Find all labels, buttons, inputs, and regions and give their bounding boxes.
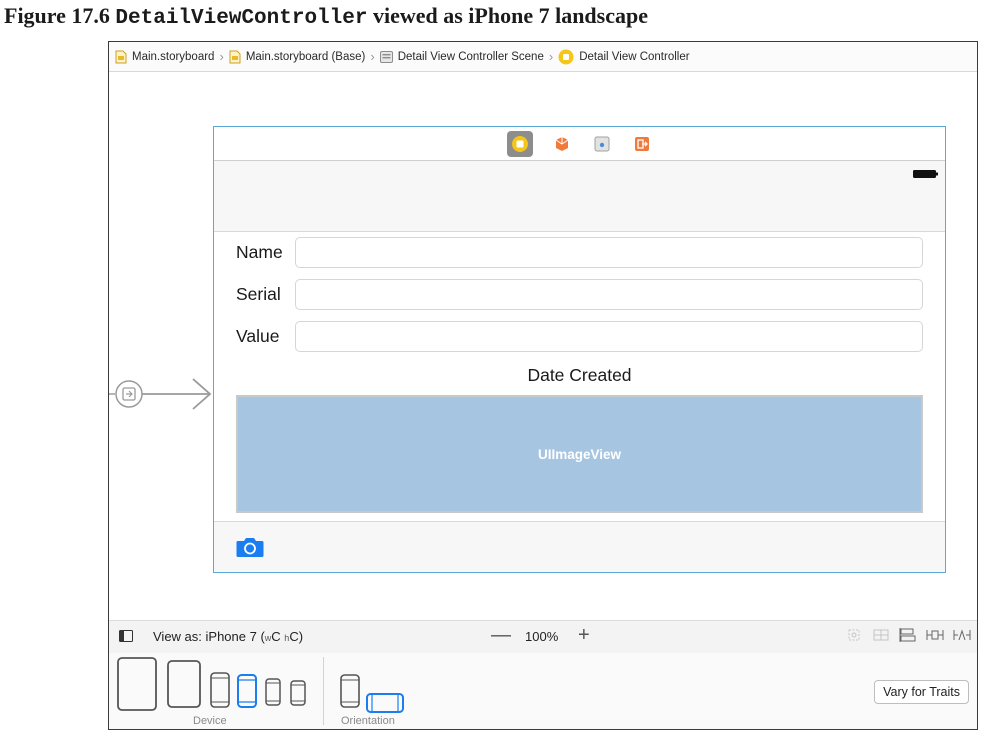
figure-caption: Figure 17.6 DetailViewController viewed … [4,2,648,33]
navigation-bar-area [214,161,945,232]
storyboard-file-icon [229,50,241,64]
device-iphone-plus[interactable] [210,672,230,708]
view-controller-icon [558,49,574,65]
breadcrumb-label: Detail View Controller Scene [397,50,544,63]
device-iphone-4s[interactable] [290,680,306,706]
breadcrumb-label: Main.storyboard (Base) [245,50,366,63]
bottom-toolbar [214,521,945,572]
vary-for-traits-button[interactable]: Vary for Traits [874,680,969,704]
device-ipad-pro-large[interactable] [117,657,157,711]
zoom-level[interactable]: 100% [525,629,558,644]
breadcrumb-item-storyboard[interactable]: Main.storyboard [115,50,214,64]
initial-view-controller-arrow[interactable] [109,376,213,412]
chevron-right-icon: › [370,49,375,64]
breadcrumb: Main.storyboard › Main.storyboard (Base)… [109,42,977,72]
first-responder-icon[interactable] [551,133,573,155]
name-row: Name [236,235,923,269]
detail-view-controller-scene[interactable]: Name Serial Value Date Created UIImageVi… [213,126,946,573]
caption-suffix: viewed as iPhone 7 landscape [372,3,648,28]
scene-object-icon[interactable] [591,133,613,155]
width-class: C [271,629,281,644]
chevron-right-icon: › [219,49,224,64]
camera-icon[interactable] [236,536,264,558]
battery-icon [913,170,938,178]
value-label: Value [236,325,280,346]
date-created-label: Date Created [527,365,632,385]
breadcrumb-item-scene[interactable]: Detail View Controller Scene [379,50,544,63]
name-field[interactable] [295,236,923,268]
zoom-in-button[interactable]: + [578,625,590,645]
image-view[interactable]: UIImageView [236,395,923,513]
name-label: Name [236,241,283,262]
exit-icon[interactable] [631,133,653,155]
orientation-caption: Orientation [341,715,395,727]
breadcrumb-item-storyboard-base[interactable]: Main.storyboard (Base) [229,50,366,64]
serial-row: Serial [236,277,923,311]
value-row: Value [236,319,923,353]
scene-icon [379,50,393,63]
storyboard-file-icon [115,50,127,64]
storyboard-canvas[interactable]: Name Serial Value Date Created UIImageVi… [109,72,977,620]
serial-field[interactable] [295,278,923,310]
image-view-label: UIImageView [537,446,622,462]
device-iphone-se[interactable] [265,678,281,706]
orientation-landscape-selected[interactable] [366,693,404,713]
caption-prefix: Figure 17.6 [4,3,110,28]
breadcrumb-item-view-controller[interactable]: Detail View Controller [558,49,690,65]
device-ipad[interactable] [167,660,201,708]
layout-tools [845,628,971,642]
view-as-bar: View as: iPhone 7 (wC hC) — 100% + [109,620,977,654]
breadcrumb-label: Detail View Controller [579,50,690,63]
chevron-right-icon: › [548,49,554,64]
add-constraints-icon[interactable] [926,628,944,642]
orientation-portrait[interactable] [340,674,360,708]
device-configuration-bar: Device Orientation Vary for Traits [109,653,977,729]
view-as-prefix: View as: iPhone 7 ( [153,629,265,644]
caption-code: DetailViewController [115,7,368,30]
view-controller-icon[interactable] [506,130,533,157]
divider [323,657,324,725]
document-outline-toggle-icon[interactable] [119,630,133,642]
value-field[interactable] [295,320,923,352]
serial-label: Serial [236,283,281,304]
breadcrumb-label: Main.storyboard [132,50,215,63]
update-frames-icon[interactable] [845,628,863,642]
device-caption: Device [193,715,227,727]
view-as-label[interactable]: View as: iPhone 7 (wC hC) [153,629,303,644]
view-content: Name Serial Value Date Created UIImageVi… [214,232,945,522]
device-iphone-7-selected[interactable] [237,674,257,708]
align-icon[interactable] [899,628,917,642]
resolve-issues-icon[interactable] [953,628,971,642]
height-class: C) [289,629,304,644]
zoom-out-button[interactable]: — [491,625,511,645]
interface-builder-window: Main.storyboard › Main.storyboard (Base)… [108,41,978,730]
scene-dock [214,127,945,161]
embed-in-stack-icon[interactable] [872,628,890,642]
